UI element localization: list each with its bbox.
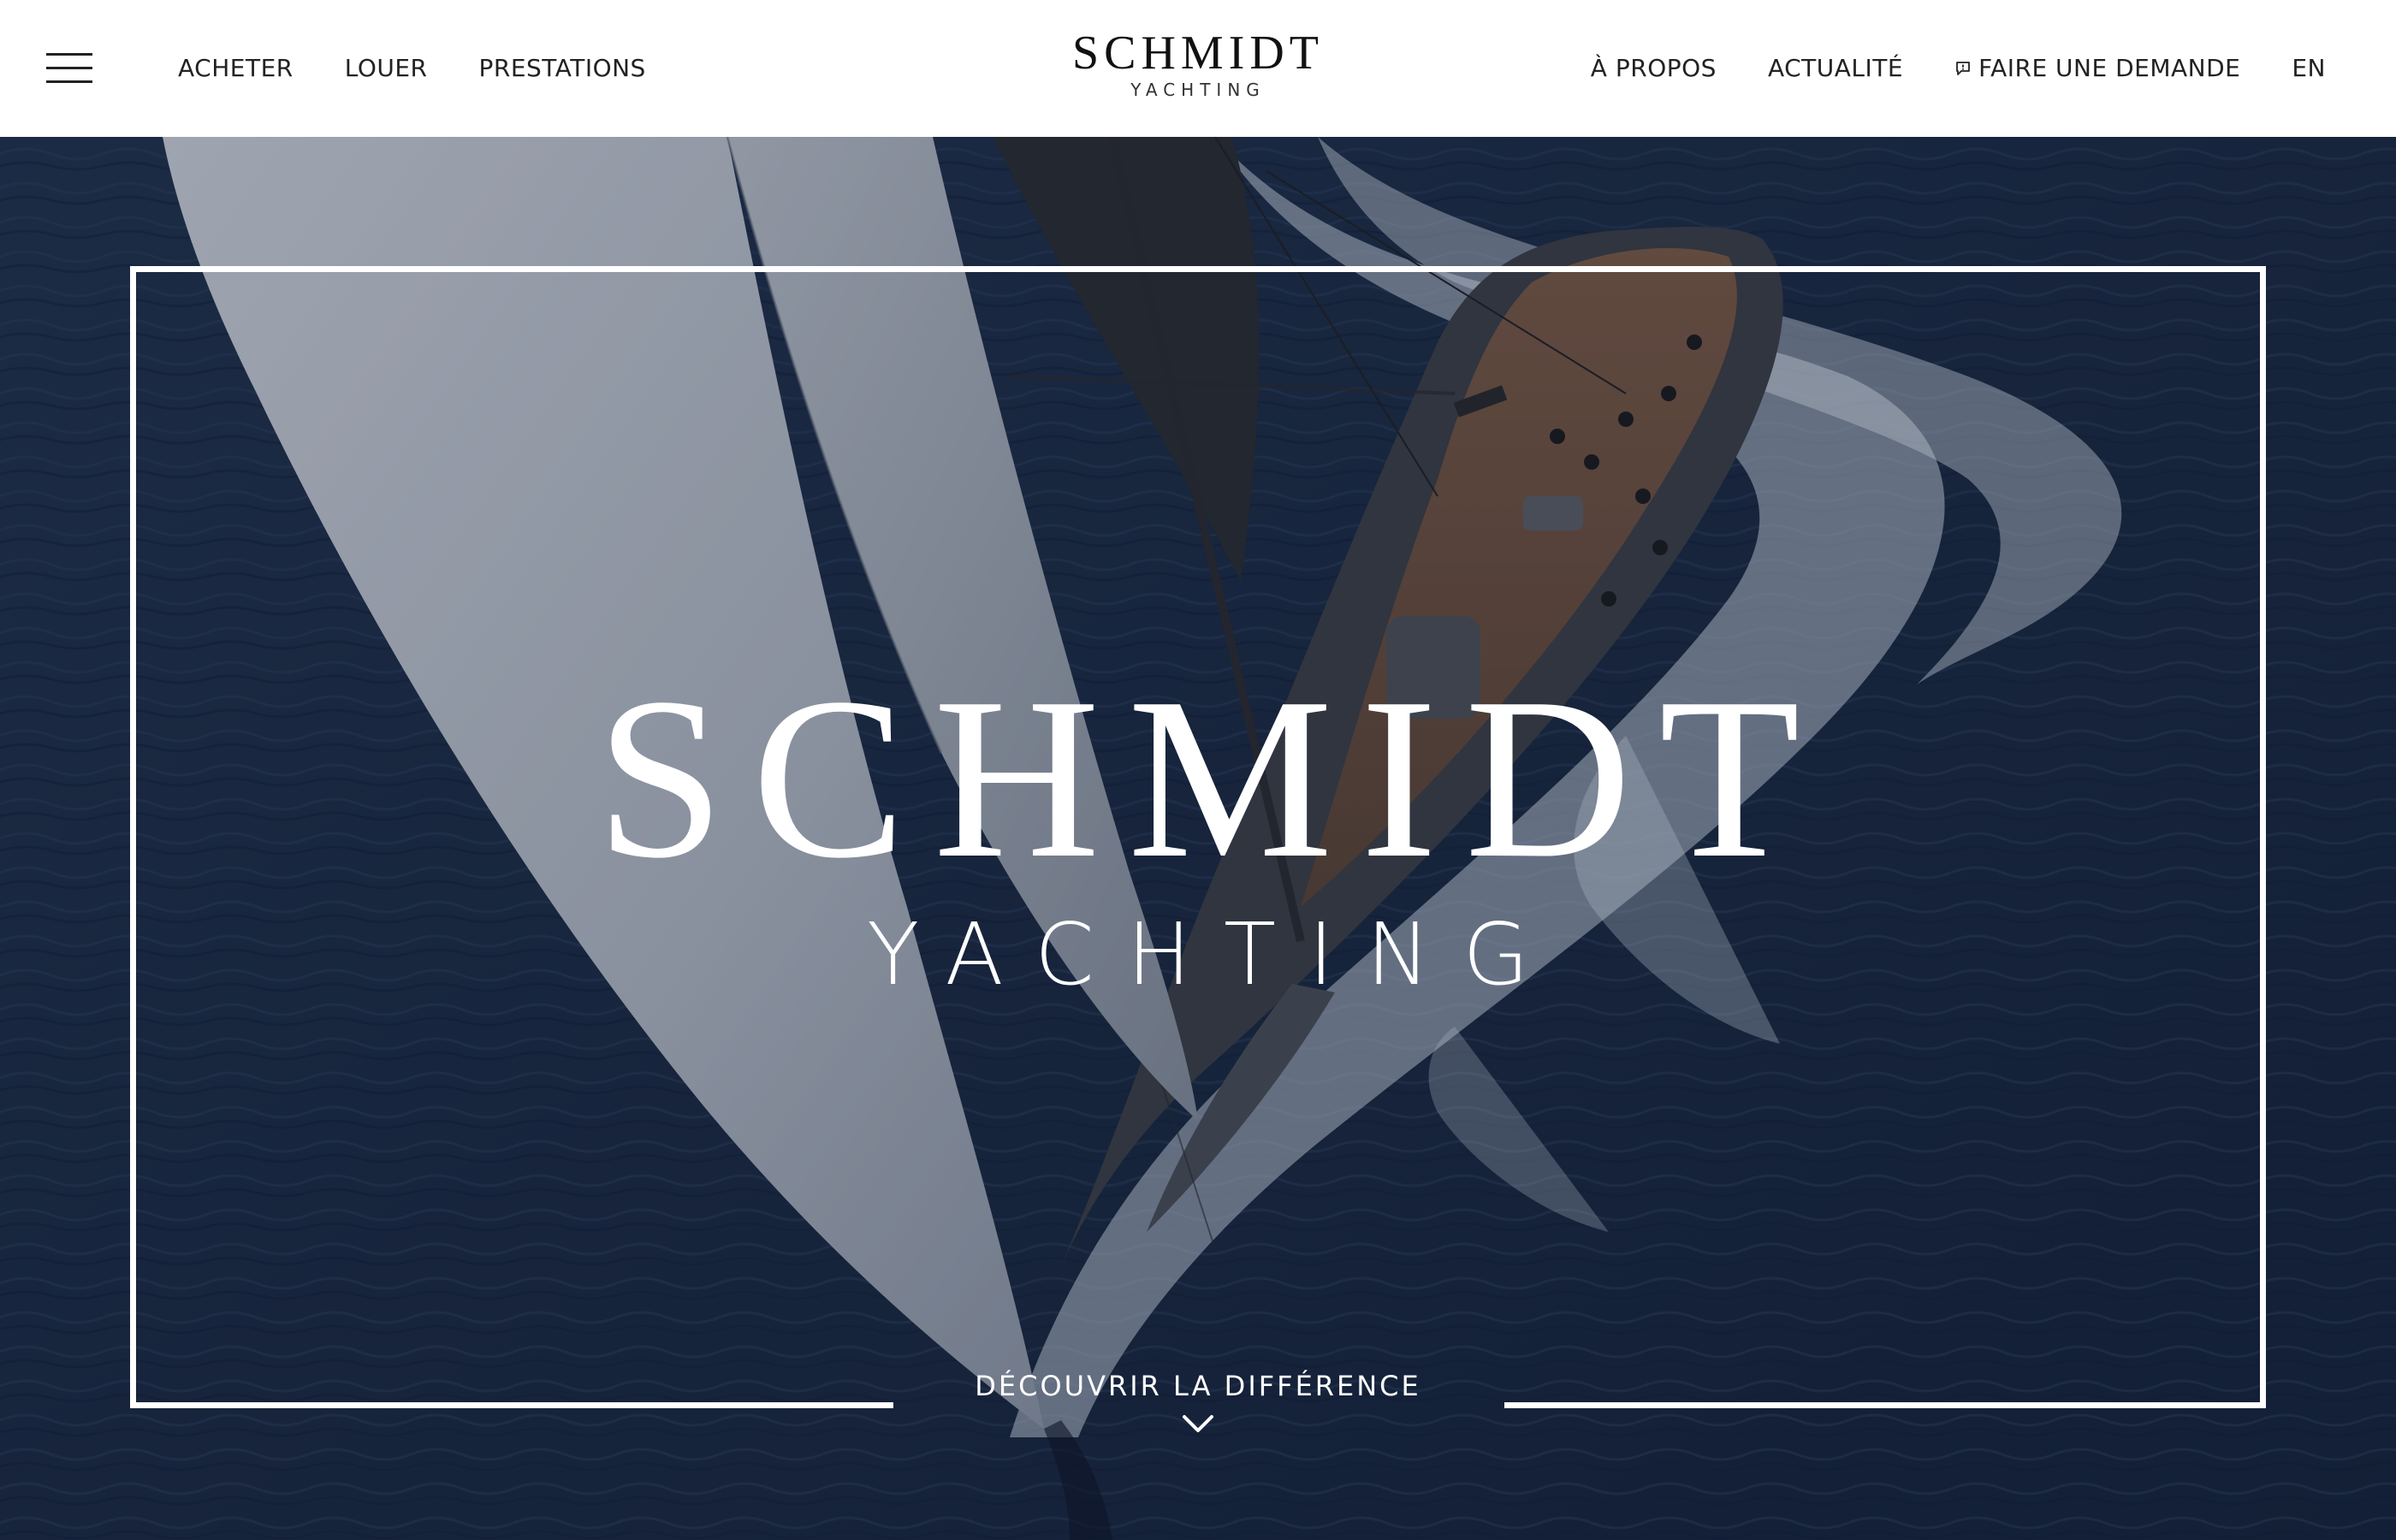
nav-about[interactable]: À PROPOS (1591, 51, 1717, 86)
hamburger-menu-icon[interactable] (46, 53, 92, 84)
discover-label: DÉCOUVRIR LA DIFFÉRENCE (975, 1370, 1421, 1402)
frame-top (130, 266, 2266, 272)
frame-bottom-left (130, 1402, 893, 1408)
nav-acheter[interactable]: ACHETER (178, 51, 294, 86)
nav-prestations[interactable]: PRESTATIONS (479, 51, 646, 86)
language-switch[interactable]: EN (2292, 51, 2326, 86)
secondary-nav: À PROPOS ACTUALITÉ FAIRE UNE DEMANDE EN (1591, 51, 2326, 86)
logo-wordmark: SCHMIDT (1071, 27, 1325, 80)
chevron-down-icon (1183, 1415, 1213, 1432)
request-button[interactable]: FAIRE UNE DEMANDE (1954, 51, 2240, 86)
logo-tagline: YACHTING (1130, 80, 1266, 100)
discover-button[interactable]: DÉCOUVRIR LA DIFFÉRENCE (898, 1367, 1498, 1434)
nav-news[interactable]: ACTUALITÉ (1768, 51, 1903, 86)
request-label: FAIRE UNE DEMANDE (1978, 54, 2241, 82)
site-logo[interactable]: SCHMIDT YACHTING (1053, 27, 1343, 99)
hero-title: SCHMIDT (596, 650, 1828, 906)
chat-bubble-icon (1956, 62, 1970, 75)
site-header: ACHETER LOUER PRESTATIONS SCHMIDT YACHTI… (0, 0, 2396, 137)
hero-section: SCHMIDT YACHTING DÉCOUVRIR LA DIFFÉRENCE (0, 137, 2396, 1540)
hero-subtitle: YACHTING (867, 904, 1562, 1004)
frame-bottom-right (1504, 1402, 2266, 1408)
primary-nav: ACHETER LOUER PRESTATIONS (178, 51, 646, 86)
nav-louer[interactable]: LOUER (345, 51, 428, 86)
